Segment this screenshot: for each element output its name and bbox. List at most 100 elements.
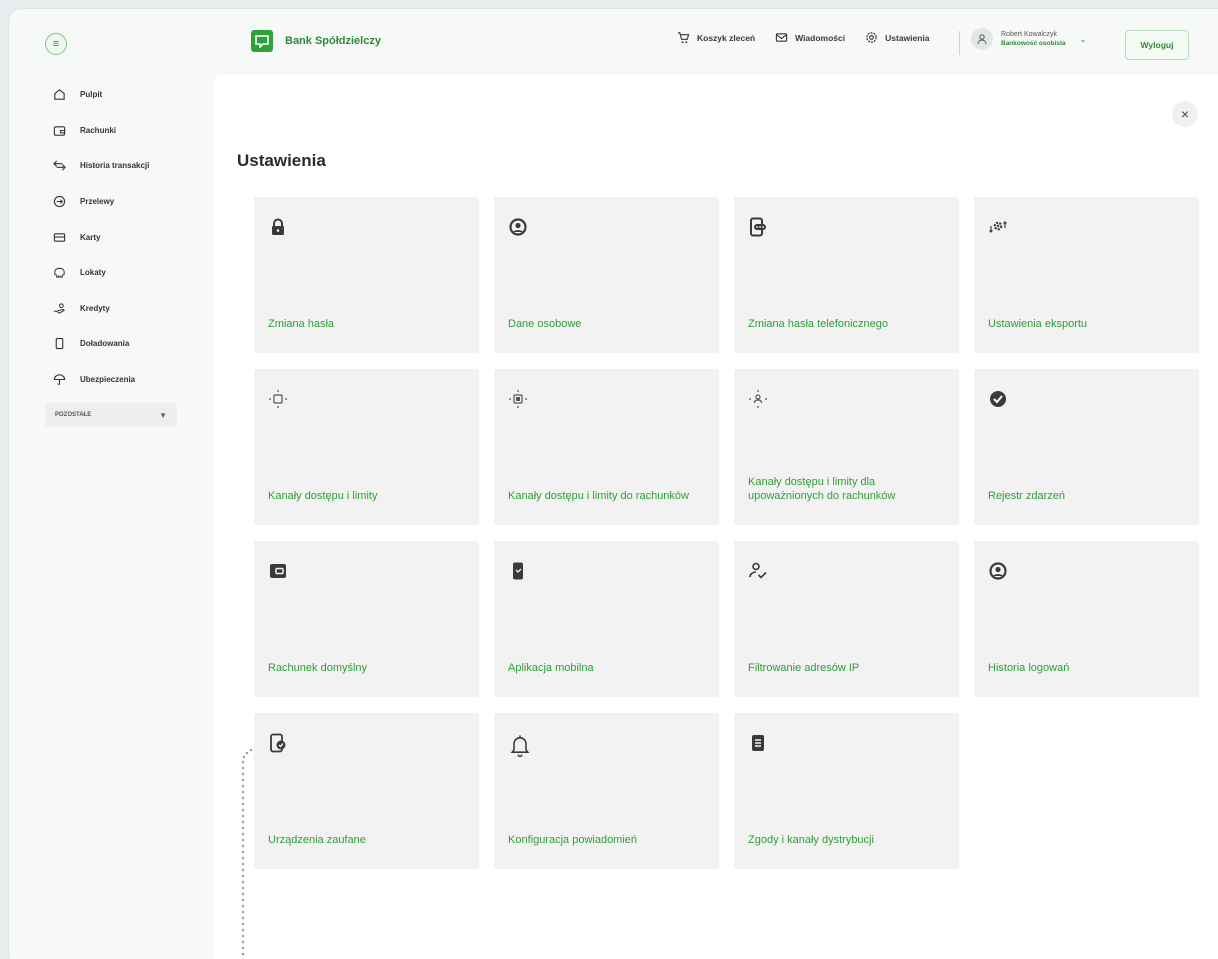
tile-label: Konfiguracja powiadomień bbox=[508, 834, 638, 846]
sidebar-item-label: Doładowania bbox=[80, 339, 130, 349]
sidebar-item-label: Historia transakcji bbox=[80, 161, 150, 171]
menu-toggle-button[interactable]: ≡ bbox=[45, 33, 67, 55]
tile-label: Urządzenia zaufane bbox=[268, 834, 366, 846]
sidebar-item-kredyty[interactable]: Kredyty bbox=[45, 291, 215, 327]
top-bar: ≡ Bank Spółdzielczy Koszyk zleceń Wiadom… bbox=[9, 9, 1218, 75]
check-circle-icon bbox=[990, 391, 1006, 407]
user-name: Robert Kowalczyk bbox=[1001, 31, 1058, 38]
tile-label: Ustawienia eksportu bbox=[988, 318, 1088, 330]
sidebar-item-label: Rachunki bbox=[80, 125, 117, 135]
cart-icon bbox=[677, 32, 690, 44]
tile-filtrowanie-ip[interactable]: Filtrowanie adresów IP bbox=[734, 541, 959, 697]
user-role: Bankowość osobista bbox=[1001, 40, 1066, 47]
arrow-circle-icon bbox=[53, 195, 66, 208]
main-content: × Ustawienia Zmiana hasła Dane osobowe Z… bbox=[214, 75, 1218, 959]
tile-ustawienia-eksportu[interactable]: Ustawienia eksportu bbox=[974, 197, 1199, 353]
tile-zmiana-hasla-telefonicznego[interactable]: Zmiana hasła telefonicznego bbox=[734, 197, 959, 353]
bank-logo-icon bbox=[251, 30, 273, 52]
nav-settings-label: Ustawienia bbox=[885, 32, 930, 43]
more-dropdown[interactable]: POZOSTAŁE ▼ bbox=[45, 403, 177, 428]
sidebar: Pulpit Rachunki Historia transakcji Prze… bbox=[45, 77, 215, 428]
sidebar-item-rachunki[interactable]: Rachunki bbox=[45, 113, 215, 149]
chevron-down-icon: ⌄ bbox=[1079, 34, 1087, 44]
export-settings-icon bbox=[989, 221, 1007, 233]
close-icon: × bbox=[1180, 106, 1190, 122]
phone-password-icon bbox=[750, 217, 766, 237]
sidebar-item-label: Przelewy bbox=[80, 197, 115, 207]
tile-kanaly-dostepu[interactable]: Kanały dostępu i limity bbox=[254, 369, 479, 525]
tile-label: Kanały dostępu i limity dla upoważnionyc… bbox=[748, 476, 896, 502]
tile-rachunek-domyslny[interactable]: Rachunek domyślny bbox=[254, 541, 479, 697]
tile-urzadzenia-zaufane[interactable]: Urządzenia zaufane bbox=[254, 713, 479, 869]
divider bbox=[959, 31, 960, 55]
tile-label: Zgody i kanały dystrybucji bbox=[748, 834, 874, 846]
more-label: POZOSTAŁE bbox=[55, 412, 92, 419]
app-window: ≡ Bank Spółdzielczy Koszyk zleceń Wiadom… bbox=[8, 8, 1218, 959]
hand-money-icon bbox=[53, 303, 65, 314]
nav-cart-label: Koszyk zleceń bbox=[697, 32, 756, 43]
user-check-icon bbox=[749, 562, 767, 579]
sidebar-item-label: Pulpit bbox=[80, 90, 103, 100]
sidebar-item-pulpit[interactable]: Pulpit bbox=[45, 77, 215, 113]
brand-name: Bank Spółdzielczy bbox=[285, 35, 381, 47]
user-circle-icon bbox=[989, 562, 1007, 580]
tile-aplikacja-mobilna[interactable]: Aplikacja mobilna bbox=[494, 541, 719, 697]
tile-label: Filtrowanie adresów IP bbox=[748, 662, 860, 674]
bell-icon bbox=[510, 735, 530, 757]
tile-dane-osobowe[interactable]: Dane osobowe bbox=[494, 197, 719, 353]
phone-icon bbox=[55, 338, 64, 350]
account-channel-icon bbox=[509, 390, 527, 408]
transfer-arrows-icon bbox=[53, 160, 66, 172]
sidebar-item-label: Lokaty bbox=[80, 268, 106, 278]
tile-label: Kanały dostępu i limity bbox=[268, 490, 378, 502]
card-icon bbox=[53, 232, 66, 242]
home-icon bbox=[54, 89, 65, 100]
mobile-app-icon bbox=[513, 562, 523, 580]
page-title: Ustawienia bbox=[237, 151, 326, 170]
sidebar-item-historia[interactable]: Historia transakcji bbox=[45, 148, 215, 184]
sidebar-item-doladowania[interactable]: Doładowania bbox=[45, 326, 215, 362]
user-menu[interactable]: Robert Kowalczyk Bankowość osobista ⌄ bbox=[971, 28, 1086, 50]
tile-historia-logowan[interactable]: Historia logowań bbox=[974, 541, 1199, 697]
tile-konfiguracja-powiadomien[interactable]: Konfiguracja powiadomień bbox=[494, 713, 719, 869]
tile-zmiana-hasla[interactable]: Zmiana hasła bbox=[254, 197, 479, 353]
tile-label: Aplikacja mobilna bbox=[508, 662, 594, 674]
sidebar-item-lokaty[interactable]: Lokaty bbox=[45, 255, 215, 291]
piggy-bank-icon bbox=[54, 268, 65, 278]
tile-label: Historia logowań bbox=[988, 662, 1070, 674]
close-button[interactable]: × bbox=[1172, 101, 1198, 127]
hamburger-icon: ≡ bbox=[52, 38, 60, 50]
tile-label: Rachunek domyślny bbox=[268, 662, 368, 674]
sidebar-item-przelewy[interactable]: Przelewy bbox=[45, 184, 215, 220]
user-circle-icon bbox=[509, 218, 527, 236]
sidebar-item-karty[interactable]: Karty bbox=[45, 219, 215, 255]
triangle-down-icon: ▼ bbox=[159, 410, 167, 420]
tile-kanaly-dostepu-upowaznionych[interactable]: Kanały dostępu i limity dla upoważnionyc… bbox=[734, 369, 959, 525]
top-nav: Koszyk zleceń Wiadomości Ustawienia bbox=[677, 31, 930, 44]
authorized-channel-icon bbox=[749, 390, 767, 408]
bank-logo[interactable]: Bank Spółdzielczy bbox=[251, 30, 381, 52]
access-channel-icon bbox=[269, 390, 287, 408]
dotted-connector bbox=[241, 748, 253, 959]
tile-label: Zmiana hasła telefonicznego bbox=[748, 318, 889, 330]
avatar bbox=[971, 28, 993, 50]
tile-kanaly-dostepu-rachunkow[interactable]: Kanały dostępu i limity do rachunków bbox=[494, 369, 719, 525]
sidebar-item-label: Ubezpieczenia bbox=[80, 375, 136, 385]
tile-rejestr-zdarzen[interactable]: Rejestr zdarzeń bbox=[974, 369, 1199, 525]
gear-icon bbox=[866, 32, 877, 43]
lock-icon bbox=[272, 218, 284, 235]
wallet-icon bbox=[53, 126, 66, 136]
nav-messages[interactable]: Wiadomości bbox=[775, 31, 845, 44]
nav-settings[interactable]: Ustawienia bbox=[865, 31, 930, 44]
sidebar-item-ubezpieczenia[interactable]: Ubezpieczenia bbox=[45, 362, 215, 398]
tile-label: Rejestr zdarzeń bbox=[988, 490, 1066, 502]
logout-button[interactable]: Wyloguj bbox=[1125, 30, 1189, 60]
umbrella-icon bbox=[53, 374, 66, 385]
sidebar-item-label: Kredyty bbox=[80, 303, 110, 313]
tile-label: Dane osobowe bbox=[508, 318, 582, 330]
tile-zgody-kanaly[interactable]: Zgody i kanały dystrybucji bbox=[734, 713, 959, 869]
nav-cart[interactable]: Koszyk zleceń bbox=[677, 31, 755, 44]
tile-label: Zmiana hasła bbox=[268, 318, 335, 330]
document-icon bbox=[752, 735, 764, 751]
trusted-device-icon bbox=[270, 733, 286, 753]
